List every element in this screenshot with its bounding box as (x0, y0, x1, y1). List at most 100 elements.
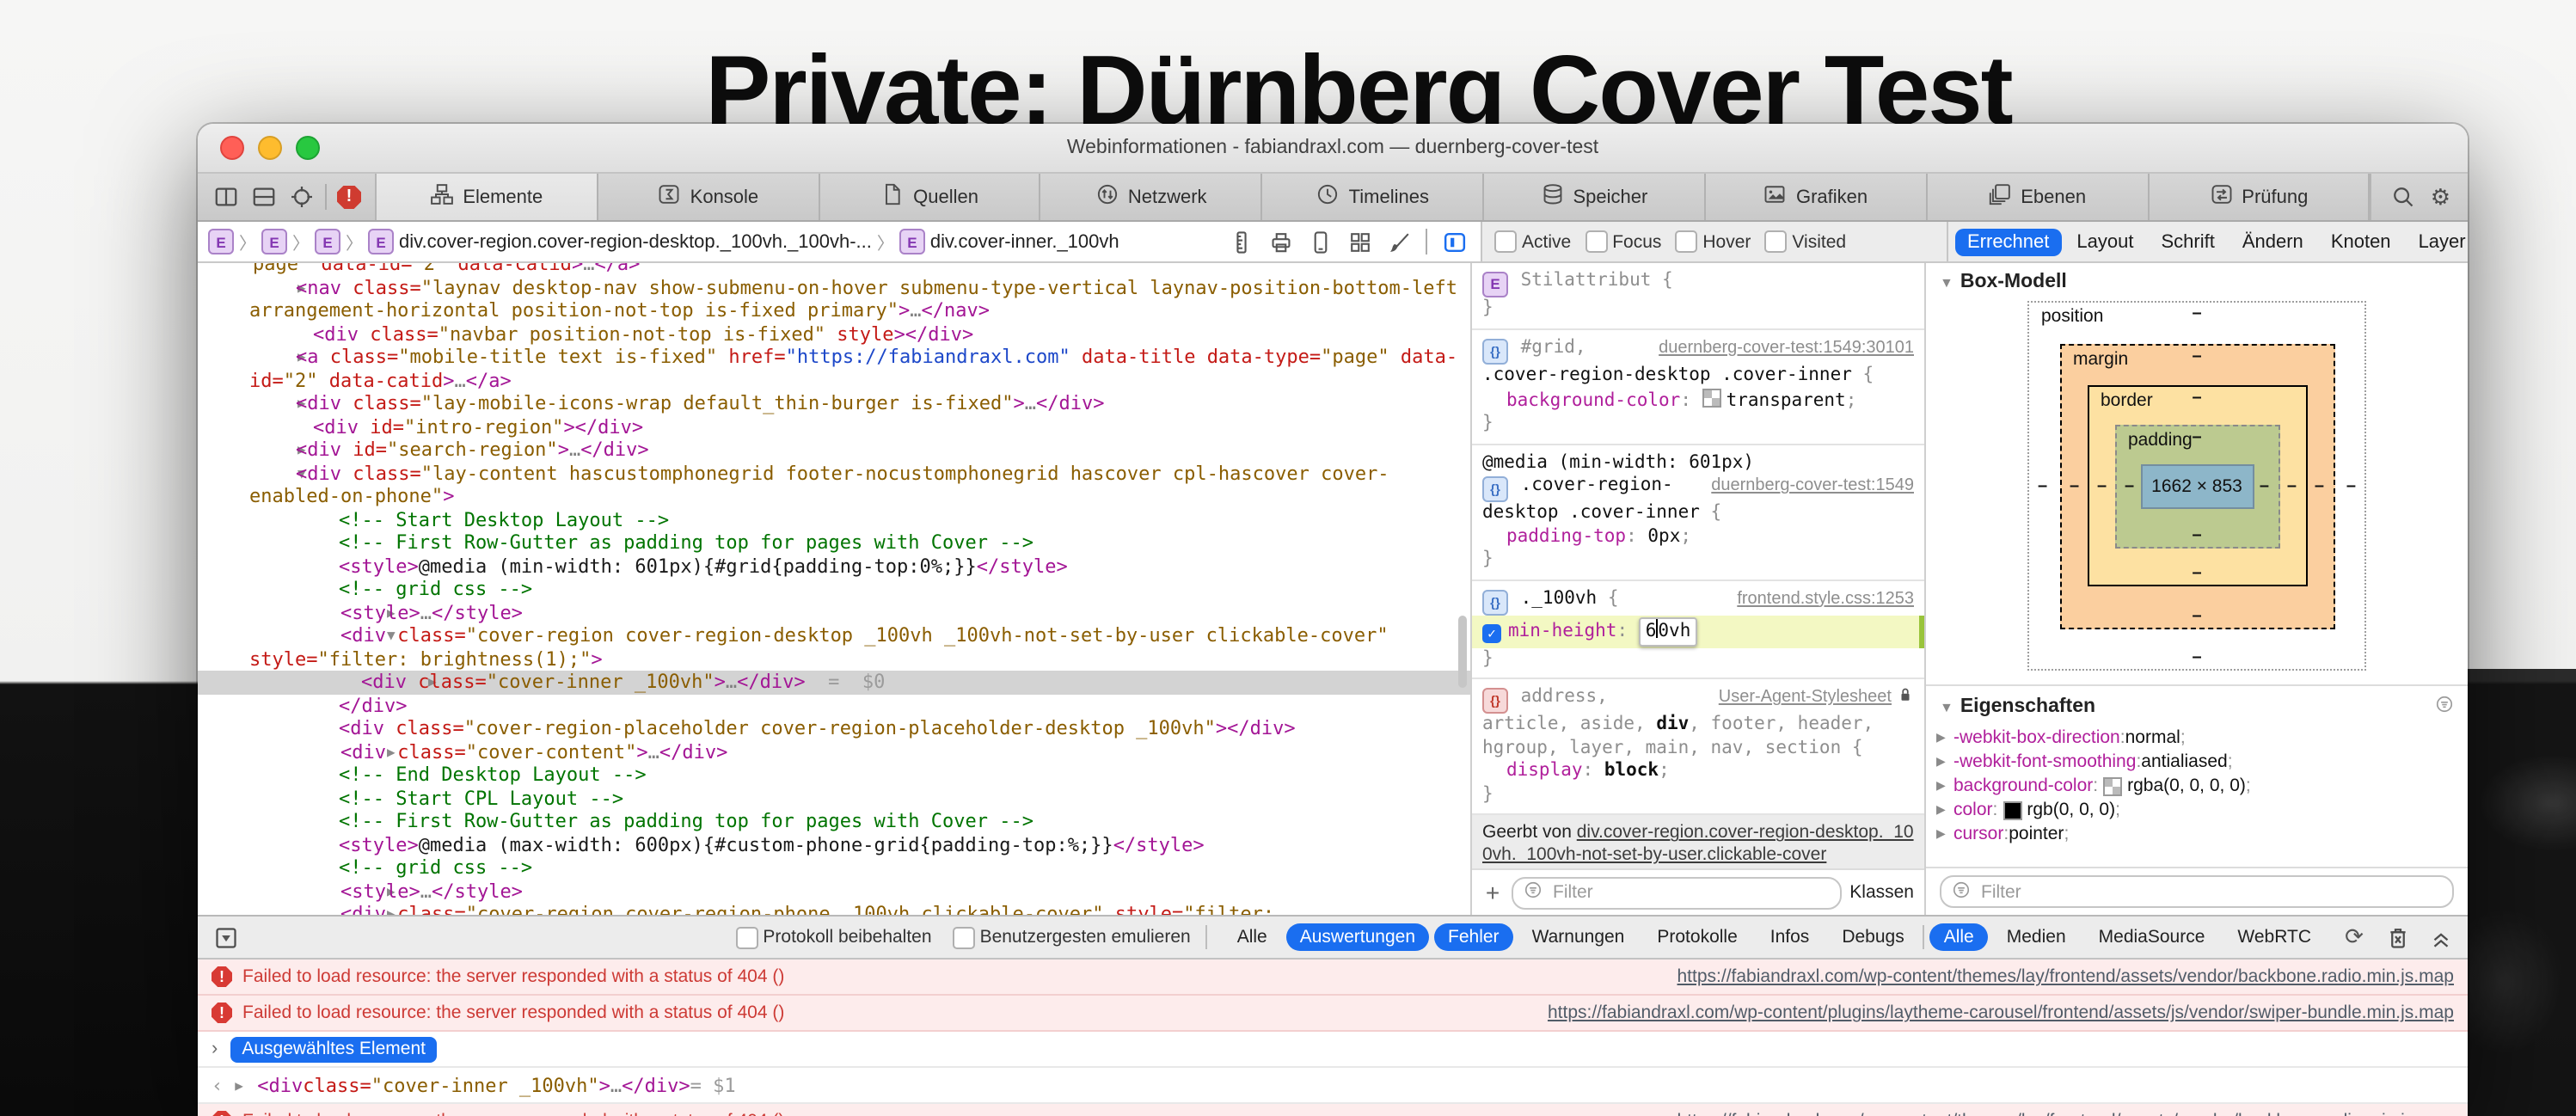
styles-filter-field[interactable] (1512, 876, 1841, 909)
console-filter-infos[interactable]: Infos (1757, 923, 1824, 951)
console-filter-alle[interactable]: Alle (1930, 923, 1988, 951)
console-filter-webrtc[interactable]: WebRTC (2223, 923, 2325, 951)
console-filter-alle[interactable]: Alle (1224, 923, 1281, 951)
resource-url-link[interactable]: https://fabiandraxl.com/wp-content/theme… (1677, 966, 2455, 987)
padding-right-value[interactable]: – (2260, 476, 2269, 495)
dock-bottom-icon[interactable] (249, 183, 277, 211)
dom-tree-panel[interactable]: page" data-id="2" data-catid>…</a>▶<nav … (198, 263, 1472, 915)
dom-tree-row[interactable]: <!-- Start Desktop Layout --> (198, 508, 1470, 531)
disclosure-triangle-icon[interactable]: ▶ (318, 740, 340, 763)
add-rule-icon[interactable]: + (1482, 879, 1503, 906)
console-filter-medien[interactable]: Medien (1993, 923, 2080, 951)
position-top-value[interactable]: – (2192, 304, 2201, 323)
dom-tree-row[interactable]: <!-- Start CPL Layout --> (198, 787, 1470, 810)
stylesheet-source-link[interactable]: duernberg-cover-test:1549 (1711, 475, 1914, 498)
window-titlebar[interactable]: Webinformationen - fabiandraxl.com — due… (198, 124, 2468, 174)
tab-speicher[interactable]: Speicher (1484, 174, 1706, 220)
pseudo-check-active[interactable]: Active (1494, 230, 1571, 253)
disclosure-triangle-icon[interactable]: ▶ (273, 392, 296, 415)
tab-pruefung[interactable]: Prüfung (2149, 174, 2371, 220)
styles-filter-input[interactable] (1549, 880, 1829, 904)
dom-tree-row[interactable]: ▶<div class="lay-mobile-icons-wrap defau… (198, 392, 1470, 415)
dom-tree-row[interactable]: ▶<div id="search-region">…</div> (198, 438, 1470, 462)
properties-filter-field[interactable] (1940, 875, 2454, 908)
css-rule-line[interactable]: duernberg-cover-test:1549:30101{} #grid, (1482, 337, 1914, 365)
css-rule-line[interactable]: @media (min-width: 601px) (1482, 451, 1914, 475)
position-right-value[interactable]: – (2346, 476, 2356, 495)
element-target-icon[interactable] (287, 183, 315, 211)
box-model-padding[interactable]: padding – – – – 1662 × 853 (2114, 424, 2279, 548)
css-rule-line[interactable]: desktop .cover-inner { (1482, 503, 1914, 526)
disclosure-triangle-icon[interactable]: ▶ (273, 276, 296, 299)
dom-tree-row[interactable]: <!-- grid css --> (198, 578, 1470, 601)
classes-button[interactable]: Klassen (1849, 882, 1914, 903)
dom-tree-row[interactable]: ▼<div class="lay-content hascustomphoneg… (198, 462, 1470, 508)
tab-konsole[interactable]: Konsole (598, 174, 820, 220)
margin-bottom-value[interactable]: – (2192, 606, 2201, 625)
console-error-row[interactable]: !Failed to load resource: the server res… (198, 960, 2468, 996)
css-rule-line[interactable]: frontend.style.css:1253{} ._100vh { (1482, 588, 1914, 616)
pseudo-check-focus[interactable]: Focus (1585, 230, 1661, 253)
tab-knoten[interactable]: Knoten (2319, 228, 2403, 255)
css-rule-line[interactable]: ✓min-height: 60vh (1472, 616, 1924, 647)
dom-tree-row[interactable]: ▶<div class="cover-content">…</div> (198, 740, 1470, 763)
refresh-icon[interactable]: ⟳ (2340, 923, 2368, 951)
dom-tree-row[interactable]: ▶<a class="mobile-title text is-fixed" h… (198, 346, 1470, 392)
disclosure-triangle-icon[interactable]: ▶ (273, 346, 296, 369)
tab-elemente[interactable]: Elemente (377, 174, 598, 220)
selected-element-row[interactable]: ›Ausgewähltes Element (198, 1032, 2468, 1068)
gear-icon[interactable]: ⚙ (2431, 186, 2450, 208)
padding-left-value[interactable]: – (2125, 476, 2134, 495)
box-model-header[interactable]: ▼ Box-Modell (1926, 263, 2468, 297)
pseudo-check-visited[interactable]: Visited (1764, 230, 1846, 253)
console-error-row[interactable]: !Failed to load resource: the server res… (198, 996, 2468, 1032)
dom-tree-row[interactable]: <div class="cover-region-placeholder cov… (198, 717, 1470, 740)
console-filter-debugs[interactable]: Debugs (1828, 923, 1917, 951)
disclosure-triangle-icon[interactable]: ▶ (318, 903, 340, 915)
css-rule-line[interactable]: Geerbt von div.cover-region.cover-region… (1482, 823, 1914, 868)
dom-tree-row[interactable]: <!-- End Desktop Layout --> (198, 763, 1470, 787)
tab-timelines[interactable]: Timelines (1263, 174, 1485, 220)
dom-tree-row[interactable]: page" data-id="2" data-catid>…</a> (198, 263, 1470, 276)
dom-tree-row[interactable]: ▶<style>…</style> (198, 601, 1470, 624)
box-model-border[interactable]: border – – – – padding – – – (2087, 385, 2307, 586)
properties-filter-input[interactable] (1978, 880, 2442, 904)
position-left-value[interactable]: – (2038, 476, 2047, 495)
css-rule-line[interactable]: } (1482, 549, 1914, 573)
border-bottom-value[interactable]: – (2192, 564, 2201, 583)
resource-url-link[interactable]: https://fabiandraxl.com/wp-content/plugi… (1548, 1003, 2454, 1023)
stylesheet-source-link[interactable]: duernberg-cover-test:1549:30101 (1659, 337, 1914, 360)
disclosure-triangle-icon[interactable]: ▼ (1940, 699, 1953, 714)
css-rule-line[interactable]: background-color: transparent; (1482, 388, 1914, 413)
css-rule-line[interactable]: } (1482, 784, 1914, 807)
console-checkbox[interactable]: Benutzergesten emulieren (953, 926, 1191, 948)
margin-right-value[interactable]: – (2315, 476, 2324, 495)
console-filter-warnungen[interactable]: Warnungen (1518, 923, 1639, 951)
grid-overlay-icon[interactable] (1346, 229, 1372, 254)
dom-tree-row[interactable]: <div class="navbar position-not-top is-f… (198, 322, 1470, 346)
dom-tree-row[interactable]: ▶<nav class="laynav desktop-nav show-sub… (198, 276, 1470, 322)
css-rule-line[interactable]: padding-top: 0px; (1482, 526, 1914, 549)
print-icon[interactable] (1267, 229, 1293, 254)
dom-tree-row[interactable]: ▶<style>…</style> (198, 880, 1470, 903)
dom-tree-row[interactable]: <div id="intro-region"></div> (198, 415, 1470, 438)
margin-left-value[interactable]: – (2070, 476, 2079, 495)
resource-url-link[interactable]: https://fabiandraxl.com/wp-content/theme… (1677, 1111, 2455, 1116)
disclosure-triangle-icon[interactable]: ▶ (339, 671, 361, 694)
css-rule-line[interactable]: display: block; (1482, 761, 1914, 784)
computed-property-row[interactable]: ▶cursor: pointer; (1926, 822, 2468, 846)
properties-header[interactable]: ▼ Eigenschaften (1926, 686, 2468, 724)
breadcrumb-item[interactable]: E (208, 229, 234, 254)
tab-grafiken[interactable]: Grafiken (1706, 174, 1928, 220)
collapse-console-icon[interactable] (2426, 923, 2454, 951)
tab-errechnet[interactable]: Errechnet (1955, 228, 2061, 255)
css-rule-line[interactable]: User-Agent-Stylesheet{} address, (1482, 686, 1914, 714)
border-top-value[interactable]: – (2192, 389, 2201, 408)
padding-top-value[interactable]: – (2192, 427, 2201, 446)
disclosure-triangle-icon[interactable]: ▼ (318, 624, 340, 647)
dom-tree-row[interactable]: <!-- grid css --> (198, 856, 1470, 880)
border-right-value[interactable]: – (2287, 476, 2297, 495)
error-count-badge[interactable]: ! (337, 185, 361, 209)
tab-ändern[interactable]: Ändern (2230, 228, 2315, 255)
property-value-edit-field[interactable]: 60vh (1639, 617, 1698, 646)
